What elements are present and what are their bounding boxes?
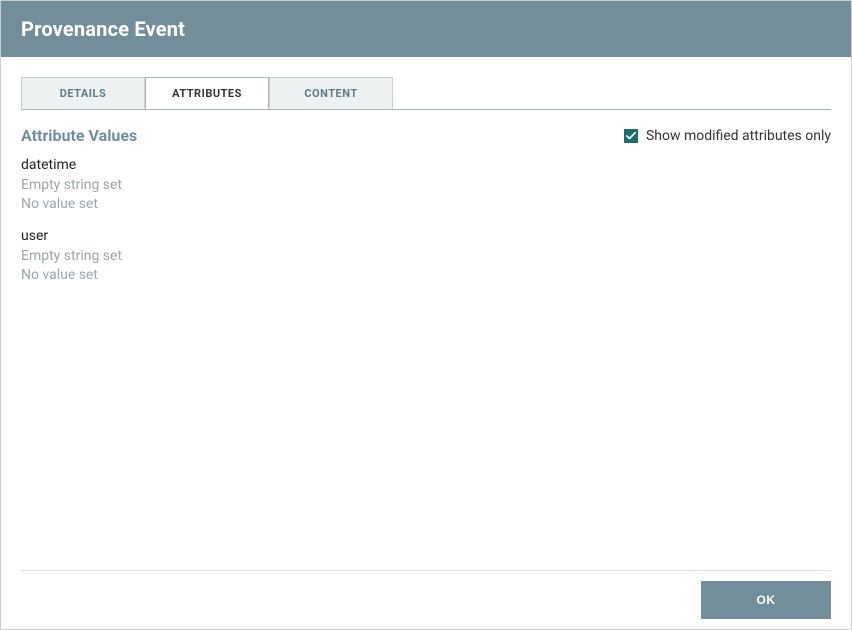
attribute-new-value: No value set bbox=[21, 195, 831, 214]
tab-details-label: DETAILS bbox=[60, 87, 107, 100]
dialog-body: DETAILS ATTRIBUTES CONTENT Attribute Val… bbox=[1, 57, 851, 570]
tab-attributes[interactable]: ATTRIBUTES bbox=[145, 77, 269, 109]
attribute-old-value: Empty string set bbox=[21, 176, 831, 195]
tab-details[interactable]: DETAILS bbox=[21, 77, 145, 109]
attributes-panel: Attribute Values Show modified attribute… bbox=[21, 110, 831, 570]
attribute-name: datetime bbox=[21, 155, 831, 176]
attribute-name: user bbox=[21, 226, 831, 247]
section-title: Attribute Values bbox=[21, 126, 137, 145]
tab-content[interactable]: CONTENT bbox=[269, 77, 393, 109]
tab-bar: DETAILS ATTRIBUTES CONTENT bbox=[21, 77, 831, 110]
attribute-item: datetime Empty string set No value set bbox=[21, 155, 831, 214]
attribute-list: datetime Empty string set No value set u… bbox=[21, 155, 831, 285]
dialog-footer: OK bbox=[21, 570, 831, 629]
tab-attributes-label: ATTRIBUTES bbox=[172, 87, 242, 100]
ok-button[interactable]: OK bbox=[701, 581, 831, 619]
attribute-new-value: No value set bbox=[21, 266, 831, 285]
attribute-old-value: Empty string set bbox=[21, 247, 831, 266]
checkbox-checked-icon bbox=[624, 129, 638, 143]
tab-content-label: CONTENT bbox=[304, 87, 357, 100]
show-modified-only-label: Show modified attributes only bbox=[646, 128, 831, 144]
section-header-row: Attribute Values Show modified attribute… bbox=[21, 126, 831, 145]
provenance-event-dialog: Provenance Event DETAILS ATTRIBUTES CONT… bbox=[0, 0, 852, 630]
dialog-header: Provenance Event bbox=[1, 1, 851, 57]
show-modified-only-toggle[interactable]: Show modified attributes only bbox=[624, 128, 831, 144]
dialog-title: Provenance Event bbox=[21, 17, 831, 41]
ok-button-label: OK bbox=[757, 593, 776, 607]
attribute-item: user Empty string set No value set bbox=[21, 226, 831, 285]
